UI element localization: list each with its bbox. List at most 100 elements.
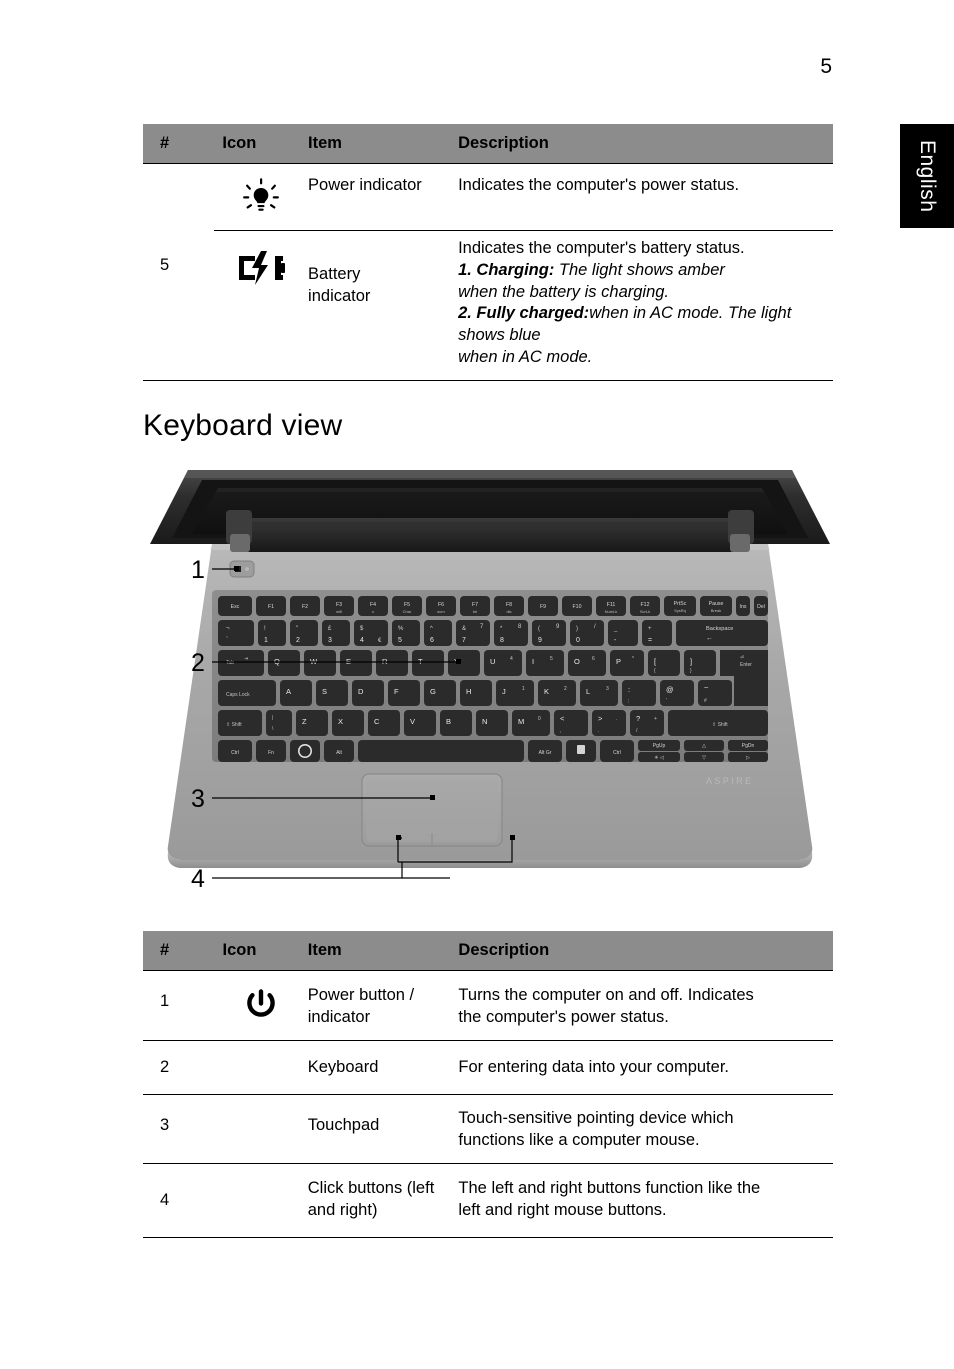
svg-text:3: 3 — [328, 637, 332, 644]
page-title: Keyboard view — [143, 409, 343, 442]
svg-text:L: L — [586, 687, 590, 696]
svg-text:9: 9 — [538, 637, 542, 644]
svg-text:): ) — [576, 626, 578, 632]
language-tab-label: English — [916, 139, 939, 213]
svg-text:PgUp: PgUp — [653, 743, 666, 749]
callout-number-4: 4 — [191, 865, 205, 893]
svg-text:=: = — [648, 637, 652, 644]
svg-text:Alt Gr: Alt Gr — [539, 750, 552, 756]
icon-cell-empty — [215, 1095, 308, 1164]
description-power-indicator: Indicates the computer's power status. — [458, 164, 833, 231]
header-description: Description — [458, 124, 833, 164]
svg-text:+: + — [648, 626, 652, 632]
battery-indicator-icon — [214, 230, 309, 380]
svg-text:▷: ▷ — [746, 755, 750, 761]
table-bottom-rule — [143, 379, 833, 381]
row-divider — [214, 230, 309, 231]
svg-text:F6: F6 — [438, 602, 444, 608]
svg-text:Enter: Enter — [740, 662, 752, 668]
item-power-indicator: Power indicator — [308, 176, 422, 194]
item-line-1: Click buttons (left — [307, 1178, 435, 1197]
keyboard: Esc F1 F2 F3 F4 F5 F6 F7 F8 F9 F10 F11 F… — [212, 590, 768, 762]
svg-text:F1: F1 — [268, 604, 274, 610]
table-bottom-rule-row — [143, 1237, 833, 1239]
svg-text:6: 6 — [430, 637, 434, 644]
description-battery-indicator: Indicates the computer's battery status.… — [458, 230, 833, 380]
svg-text:dis: dis — [506, 609, 511, 614]
item-line-2: indicator — [307, 1007, 371, 1026]
svg-text:2: 2 — [564, 686, 567, 692]
svg-text:M: M — [518, 717, 524, 726]
item-line-1: Keyboard — [307, 1057, 379, 1076]
svg-text:0: 0 — [538, 716, 541, 722]
description-line-1: The left and right buttons function like… — [458, 1178, 761, 1197]
svg-text:P: P — [616, 657, 621, 666]
svg-text:|: | — [272, 715, 273, 721]
item-cell: Keyboard — [308, 1040, 459, 1095]
svg-text:F7: F7 — [472, 602, 478, 608]
description-line-1: Touch-sensitive pointing device which — [458, 1109, 734, 1128]
charging-text-cont: when the battery is charging. — [458, 282, 670, 301]
svg-text:1: 1 — [522, 686, 525, 692]
svg-text:H: H — [466, 687, 471, 696]
callout-number-1: 1 — [191, 556, 205, 584]
description-cell: Turns the computer on and off. Indicates… — [458, 971, 833, 1041]
svg-text:+: + — [654, 716, 657, 722]
charging-label: 1. Charging: — [458, 260, 555, 279]
aspire-logo-text: ASPIRE — [706, 776, 753, 786]
svg-text:←: ← — [706, 635, 713, 642]
item-line-2: indicator — [308, 286, 371, 305]
svg-text:`: ` — [226, 637, 228, 644]
svg-text:Tab: Tab — [226, 660, 234, 666]
svg-text:6: 6 — [592, 656, 595, 662]
svg-text:▽: ▽ — [702, 755, 706, 761]
keyboard-row-shift — [218, 710, 768, 736]
item-line-2: and right) — [307, 1200, 378, 1219]
svg-text:F11: F11 — [607, 602, 616, 608]
svg-text:N: N — [482, 717, 487, 726]
svg-text:U: U — [490, 657, 495, 666]
svg-text:⇧ Shift: ⇧ Shift — [226, 722, 242, 728]
description-line: 2. Fully charged:when in AC mode. The li… — [458, 303, 833, 347]
svg-text:✳ ◁: ✳ ◁ — [654, 755, 664, 761]
svg-text:Pause: Pause — [709, 601, 724, 607]
table-bottom-rule — [143, 1237, 833, 1239]
svg-text:%: % — [398, 626, 404, 632]
svg-text:F2: F2 — [302, 604, 308, 610]
svg-text:SysRq: SysRq — [674, 608, 686, 613]
description-cell: Touch-sensitive pointing device which fu… — [458, 1095, 833, 1164]
charging-text: The light shows amber — [554, 260, 725, 279]
item-line-1: Battery — [308, 265, 361, 283]
svg-text:@: @ — [666, 685, 674, 694]
row-number: 3 — [160, 1116, 170, 1135]
description-line-1: Turns the computer on and off. Indicates — [458, 986, 754, 1004]
description-line: Indicates the computer's battery status. — [458, 239, 745, 257]
description-line: 1. Charging: The light shows amber — [458, 260, 833, 282]
svg-text:5: 5 — [550, 656, 553, 662]
svg-text:^: ^ — [430, 626, 433, 632]
table-row-power-indicator: 5 Power indicator Indicates the computer… — [143, 163, 833, 274]
icon-cell-empty — [215, 1040, 308, 1095]
callout-number-2: 2 — [191, 649, 205, 677]
svg-text:F5: F5 — [404, 602, 410, 608]
svg-text:Ctrl: Ctrl — [231, 750, 239, 756]
svg-text:7: 7 — [462, 637, 466, 644]
svg-text:]: ] — [690, 657, 692, 666]
item-cell: Power button / indicator — [308, 971, 459, 1041]
item-line-1: Touchpad — [307, 1116, 380, 1135]
row-group-number: 5 — [160, 256, 170, 275]
header-description: Description — [458, 931, 833, 971]
description-line: Indicates the computer's power status. — [458, 176, 740, 194]
table-row-battery-indicator: Battery indicator Indicates the computer… — [143, 230, 833, 380]
icon-cell-empty — [215, 1163, 308, 1238]
svg-text:1: 1 — [264, 637, 268, 644]
svg-text:B: B — [446, 717, 451, 726]
svg-text:△: △ — [702, 743, 706, 749]
svg-text:Ctrl: Ctrl — [613, 750, 621, 756]
table-row: 2 Keyboard For entering data into your c… — [143, 1040, 833, 1095]
svg-text:5: 5 — [398, 637, 402, 644]
svg-text:4: 4 — [510, 656, 513, 662]
header-icon: Icon — [214, 124, 309, 164]
power-indicator-icon — [214, 164, 308, 231]
svg-text:F8: F8 — [506, 602, 512, 608]
